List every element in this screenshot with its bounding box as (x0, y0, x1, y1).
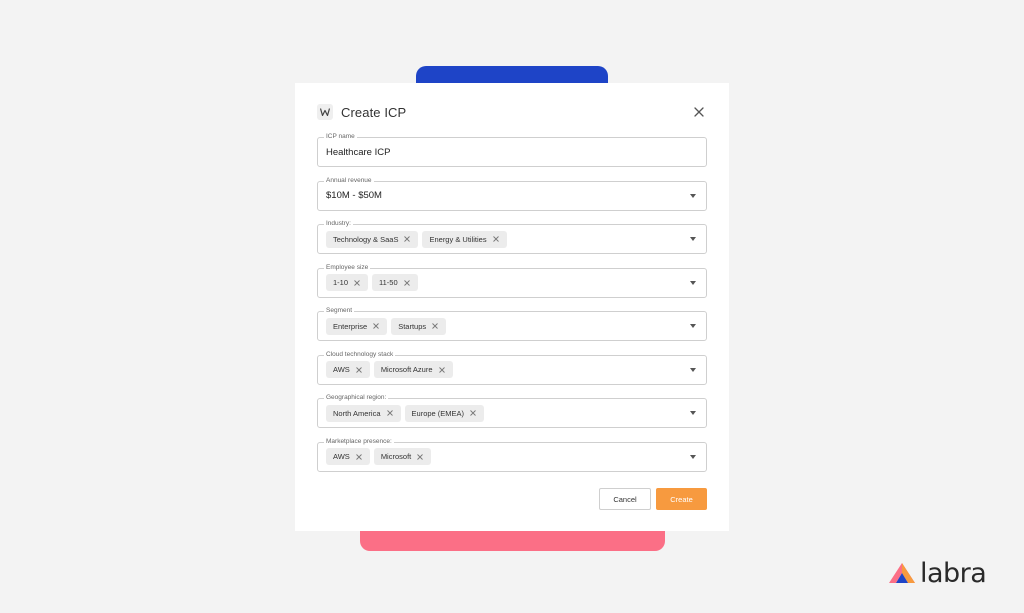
chevron-down-icon[interactable] (690, 280, 696, 285)
remove-chip-icon[interactable] (438, 366, 446, 374)
chip-label: 11-50 (379, 278, 398, 287)
chip: 11-50 (372, 274, 418, 291)
chip: AWS (326, 361, 370, 378)
segment-select[interactable]: Segment Enterprise Startups (317, 307, 707, 341)
close-icon[interactable] (691, 104, 707, 120)
field-label: Annual revenue (324, 176, 374, 185)
remove-chip-icon[interactable] (355, 453, 363, 461)
logo-icon (317, 104, 333, 120)
chip: Enterprise (326, 317, 388, 335)
chip-label: Microsoft Azure (380, 365, 433, 374)
remove-chip-icon[interactable] (353, 279, 361, 287)
chip-label: Startups (398, 321, 427, 331)
labra-wordmark: labra (920, 557, 987, 589)
modal-actions: Cancel Create (599, 488, 707, 510)
chip-label: Europe (EMEA) (411, 408, 465, 418)
modal-title: Create ICP (341, 104, 407, 120)
annual-revenue-value: $10M - $50M (326, 190, 382, 201)
form-fields: ICP name Healthcare ICP Annual revenue $… (317, 133, 707, 485)
icp-name-value[interactable]: Healthcare ICP (326, 147, 390, 158)
chevron-down-icon[interactable] (690, 454, 696, 459)
chip-label: North America (333, 408, 381, 418)
remove-chip-icon[interactable] (416, 453, 424, 461)
remove-chip-icon[interactable] (469, 409, 477, 417)
remove-chip-icon[interactable] (403, 235, 411, 243)
cancel-button[interactable]: Cancel (599, 488, 651, 510)
chevron-down-icon[interactable] (690, 237, 696, 241)
labra-logo: labra (888, 557, 987, 589)
chip: Startups (391, 317, 447, 335)
chip-label: AWS (333, 452, 350, 461)
field-label: ICP name (324, 133, 357, 141)
field-label: Industry: (324, 220, 353, 228)
field-label: Segment (324, 307, 355, 315)
chip: Europe (EMEA) (404, 404, 485, 422)
chip-label: Energy & Utilities (429, 234, 487, 244)
chip: Technology & SaaS (326, 230, 419, 248)
labra-logo-icon (889, 563, 915, 583)
remove-chip-icon[interactable] (372, 322, 380, 330)
chevron-down-icon[interactable] (690, 367, 696, 372)
field-label: Marketplace presence: (324, 437, 394, 446)
icp-name-field[interactable]: ICP name Healthcare ICP (317, 133, 707, 167)
chip-label: Technology & SaaS (333, 234, 399, 244)
chevron-down-icon[interactable] (690, 193, 696, 198)
annual-revenue-select[interactable]: Annual revenue $10M - $50M (317, 176, 707, 211)
remove-chip-icon[interactable] (386, 409, 394, 417)
employee-size-select[interactable]: Employee size 1-10 11-50 (317, 263, 707, 298)
chip: AWS (326, 448, 370, 465)
field-label: Employee size (324, 263, 371, 272)
chip: Microsoft Azure (373, 361, 453, 378)
chip: North America (326, 404, 401, 422)
chip-label: AWS (333, 365, 350, 374)
chip-label: 1-10 (333, 278, 349, 287)
chevron-down-icon[interactable] (690, 324, 696, 328)
chip: Energy & Utilities (422, 230, 507, 248)
industry-select[interactable]: Industry: Technology & SaaS Energy & Uti… (317, 220, 707, 254)
cloud-stack-select[interactable]: Cloud technology stack AWS Microsoft Azu… (317, 350, 707, 385)
create-button[interactable]: Create (656, 488, 707, 510)
chip: Microsoft (373, 448, 432, 465)
chip-label: Microsoft (380, 452, 412, 461)
remove-chip-icon[interactable] (431, 322, 439, 330)
chevron-down-icon[interactable] (690, 411, 696, 415)
remove-chip-icon[interactable] (403, 279, 411, 287)
field-label: Cloud technology stack (324, 350, 396, 359)
remove-chip-icon[interactable] (355, 366, 363, 374)
geo-region-select[interactable]: Geographical region: North America Europ… (317, 394, 707, 428)
modal-header: Create ICP (317, 103, 707, 121)
chip-label: Enterprise (333, 321, 368, 331)
chip: 1-10 (326, 274, 369, 291)
field-label: Geographical region: (324, 394, 389, 402)
remove-chip-icon[interactable] (492, 235, 500, 243)
marketplace-select[interactable]: Marketplace presence: AWS Microsoft (317, 437, 707, 472)
create-icp-modal: Create ICP ICP name Healthcare ICP Annua… (295, 83, 729, 531)
